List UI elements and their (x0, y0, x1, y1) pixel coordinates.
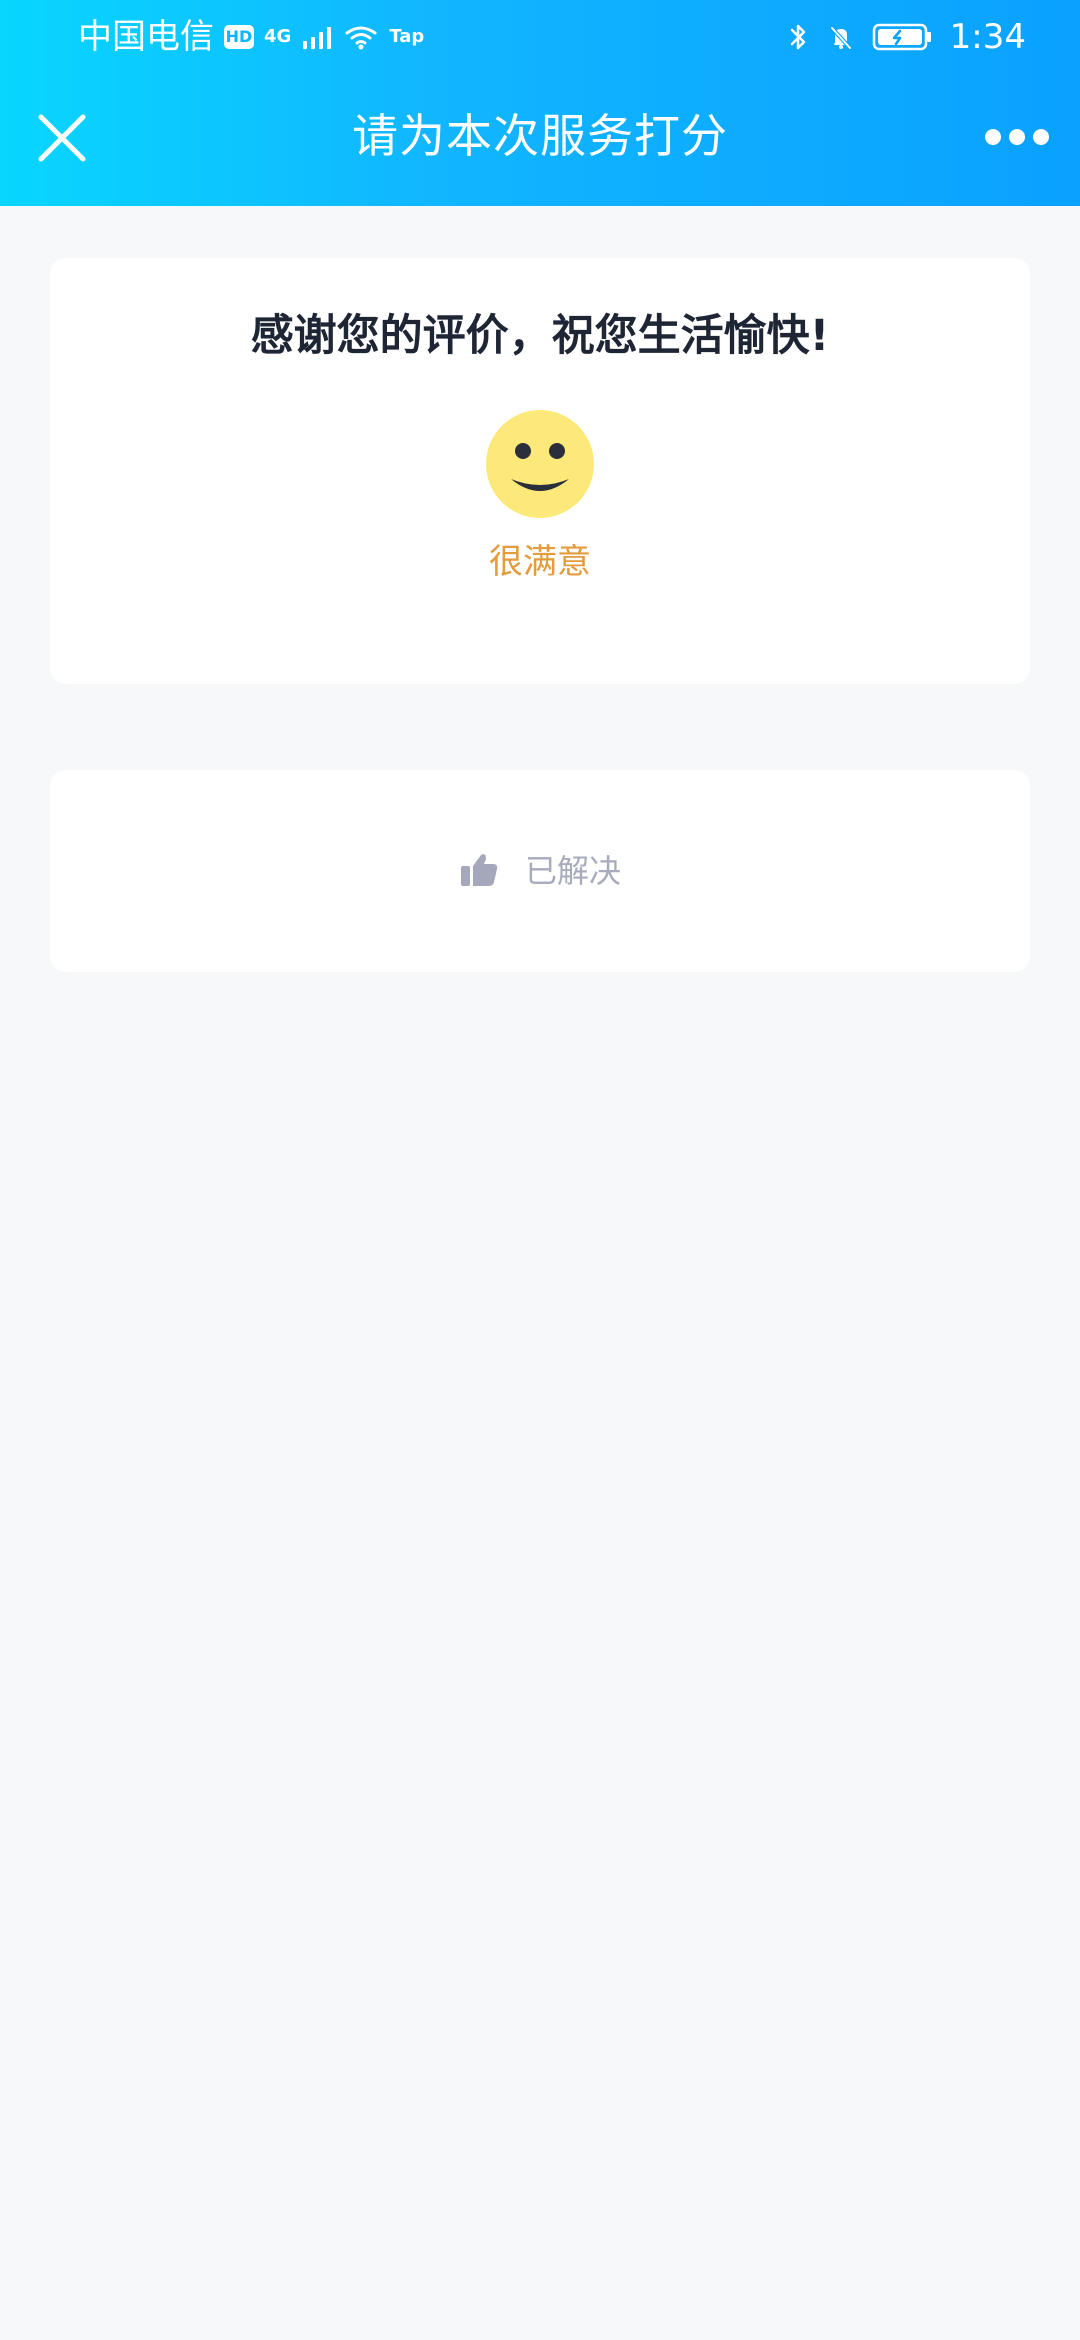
carrier-name: 中国电信 (78, 17, 214, 57)
battery-charging-icon (872, 23, 931, 51)
silent-bell-icon (829, 26, 852, 50)
page-title: 请为本次服务打分 (352, 109, 728, 163)
rating-card: 感谢您的评价，祝您生活愉快! 很满意 (50, 258, 1030, 684)
more-options-button[interactable] (978, 116, 1056, 158)
network-type: 4G (264, 26, 292, 47)
hd-badge: HD (224, 25, 254, 49)
resolution-card: 已解决 (50, 770, 1030, 972)
resolved-label: 已解决 (524, 852, 621, 890)
header-bar: 中国电信 HD 4G Tap 1:34 请为本次服务打分 (0, 0, 1080, 206)
resolved-status[interactable]: 已解决 (50, 844, 1030, 898)
thanks-message: 感谢您的评价，祝您生活愉快! (250, 311, 830, 361)
clock-time: 1:34 (949, 17, 1026, 57)
wifi-icon (345, 26, 377, 50)
more-dots-icon (985, 129, 1049, 145)
status-left: 中国电信 HD 4G Tap (78, 14, 424, 60)
bluetooth-icon (790, 24, 805, 50)
rating-label: 很满意 (489, 542, 591, 582)
status-right: 1:34 (786, 14, 1026, 60)
signal-strength-icon (303, 27, 332, 49)
status-bar: 中国电信 HD 4G Tap 1:34 (0, 0, 1080, 74)
smiley-face-icon (486, 410, 594, 518)
thumbs-up-icon (460, 854, 498, 886)
navigation-bar: 请为本次服务打分 (0, 74, 1080, 206)
tap-indicator: Tap (389, 26, 425, 47)
